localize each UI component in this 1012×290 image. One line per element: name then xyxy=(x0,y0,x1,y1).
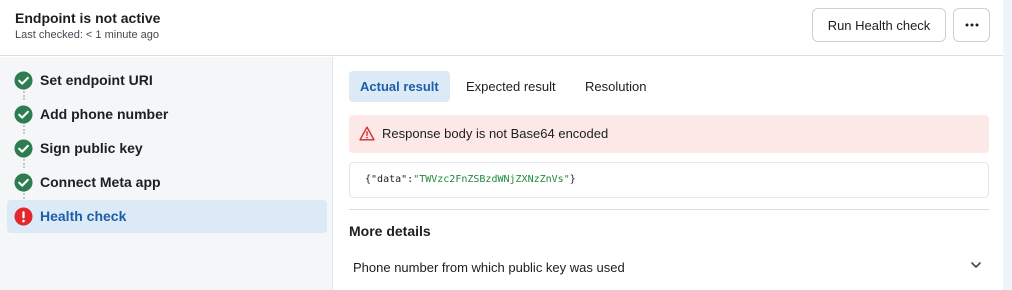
step-connect-meta-app[interactable]: Connect Meta app xyxy=(7,166,327,199)
error-circle-icon xyxy=(14,207,33,226)
main-panel: Actual result Expected result Resolution… xyxy=(334,57,1003,290)
error-message: Response body is not Base64 encoded xyxy=(382,126,609,141)
step-set-endpoint-uri[interactable]: Set endpoint URI xyxy=(7,64,327,97)
tab-actual-result[interactable]: Actual result xyxy=(349,71,450,102)
check-circle-icon xyxy=(14,105,33,124)
more-options-button[interactable] xyxy=(953,8,990,42)
step-sign-public-key[interactable]: Sign public key xyxy=(7,132,327,165)
check-circle-icon xyxy=(14,139,33,158)
last-checked-text: Last checked: < 1 minute ago xyxy=(15,29,160,41)
check-circle-icon xyxy=(14,71,33,90)
step-health-check[interactable]: Health check xyxy=(7,200,327,233)
warning-triangle-icon xyxy=(359,126,375,141)
steps-sidebar: Set endpoint URI Add phone number Sign p… xyxy=(0,57,333,290)
step-label: Health check xyxy=(40,208,127,224)
chevron-down-icon[interactable] xyxy=(970,261,982,269)
step-label: Set endpoint URI xyxy=(40,72,153,88)
divider xyxy=(349,209,989,210)
tab-resolution[interactable]: Resolution xyxy=(574,71,657,102)
page-title: Endpoint is not active xyxy=(15,10,161,26)
step-label: Sign public key xyxy=(40,140,143,156)
scrollbar-track[interactable] xyxy=(1003,0,1012,290)
response-body-code: {"data":"TWVzc2FnZSBzdWNjZXNzZnVs"} xyxy=(365,174,576,185)
tab-expected-result[interactable]: Expected result xyxy=(455,71,567,102)
details-row-label: Phone number from which public key was u… xyxy=(353,260,625,275)
ellipsis-icon xyxy=(965,23,978,27)
error-banner: Response body is not Base64 encoded xyxy=(349,115,989,153)
step-label: Add phone number xyxy=(40,106,169,122)
check-circle-icon xyxy=(14,173,33,192)
step-label: Connect Meta app xyxy=(40,174,161,190)
code-close-brace: } xyxy=(569,174,576,185)
code-value: "TWVzc2FnZSBzdWNjZXNzZnVs" xyxy=(413,174,570,185)
details-row-phone-number[interactable]: Phone number from which public key was u… xyxy=(349,253,989,281)
more-details-title: More details xyxy=(349,223,431,239)
code-key: "data" xyxy=(371,174,408,185)
response-body-box: {"data":"TWVzc2FnZSBzdWNjZXNzZnVs"} xyxy=(349,162,989,198)
step-add-phone-number[interactable]: Add phone number xyxy=(7,98,327,131)
run-health-check-button[interactable]: Run Health check xyxy=(812,8,946,42)
page-header: Endpoint is not active Last checked: < 1… xyxy=(0,0,1003,56)
